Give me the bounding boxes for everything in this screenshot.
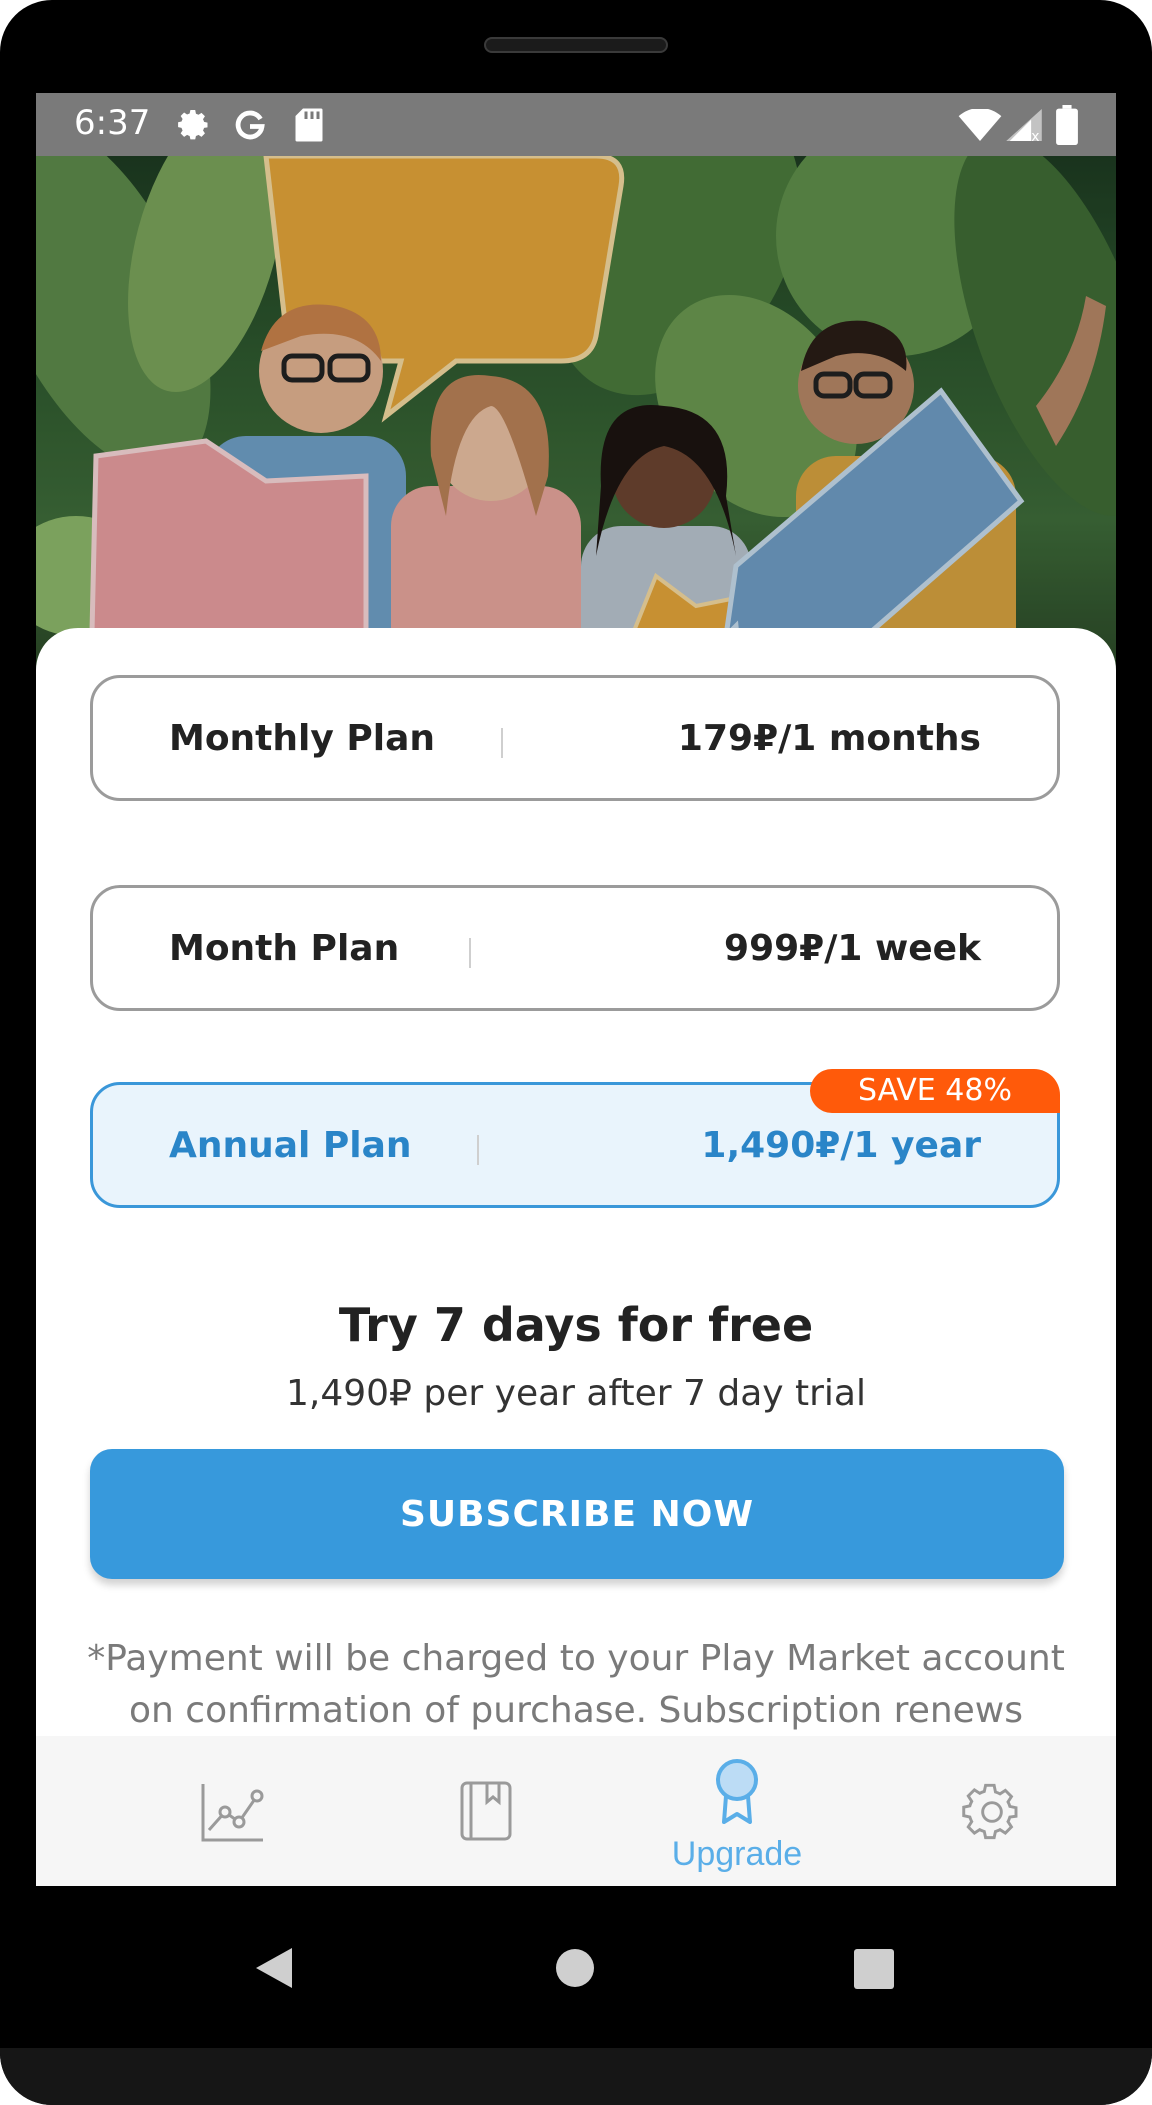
- nav-item-settings[interactable]: [866, 1736, 1116, 1886]
- trial-title: Try 7 days for free: [338, 1298, 814, 1352]
- battery-icon: [1056, 105, 1078, 149]
- status-bar: 6:37 x: [36, 93, 1116, 156]
- plan-annual[interactable]: SAVE 48% Annual Plan 1,490₽/1 year: [90, 1069, 1060, 1208]
- nav-item-upgrade[interactable]: Upgrade: [612, 1736, 862, 1886]
- plan-price: 1,490₽/1 year: [701, 1125, 981, 1166]
- speaker-grille: [484, 37, 668, 53]
- device-frame: 6:37 x Monthly Plan 179₽/1 months Month …: [0, 0, 1152, 2105]
- plan-monthly[interactable]: Monthly Plan 179₽/1 months: [90, 675, 1060, 801]
- device-chin: [0, 2048, 1152, 2105]
- chart-icon: [199, 1782, 265, 1848]
- google-g-icon: [232, 107, 268, 147]
- gear-icon: [176, 107, 212, 147]
- sd-card-icon: [294, 107, 324, 147]
- book-icon: [459, 1780, 513, 1846]
- nav-item-stats[interactable]: [107, 1736, 357, 1886]
- app-screen: 6:37 x Monthly Plan 179₽/1 months Month …: [36, 93, 1116, 1886]
- hero-image: [36, 156, 1116, 676]
- subscribe-now-button[interactable]: SUBSCRIBE NOW: [90, 1449, 1064, 1579]
- plan-name: Month Plan: [169, 928, 400, 969]
- system-navigation-bar: [0, 1886, 1152, 2056]
- plan-divider: [501, 728, 503, 758]
- payment-disclaimer: *Payment will be charged to your Play Ma…: [87, 1638, 1065, 1731]
- plan-price: 999₽/1 week: [724, 928, 981, 969]
- plan-divider: [477, 1135, 479, 1165]
- plan-name: Monthly Plan: [169, 718, 436, 759]
- trial-subtitle: 1,490₽ per year after 7 day trial: [285, 1373, 866, 1414]
- wifi-icon: [958, 107, 1002, 145]
- home-icon[interactable]: [556, 1949, 594, 1991]
- plan-name: Annual Plan: [169, 1125, 412, 1166]
- back-icon[interactable]: [254, 1946, 294, 1994]
- svg-text:x: x: [1031, 129, 1039, 141]
- gear-icon: [960, 1780, 1024, 1848]
- nav-label: Upgrade: [671, 1835, 803, 1873]
- status-time: 6:37: [74, 103, 151, 143]
- plan-price: 179₽/1 months: [677, 718, 981, 759]
- bottom-navigation: Upgrade: [36, 1736, 1116, 1886]
- recents-icon[interactable]: [854, 1949, 894, 1993]
- plan-divider: [469, 938, 471, 968]
- nav-item-lessons[interactable]: [361, 1736, 611, 1886]
- award-ribbon-icon: [713, 1758, 761, 1828]
- save-badge: SAVE 48%: [810, 1069, 1060, 1113]
- cell-signal-icon: x: [1006, 109, 1042, 145]
- plan-month[interactable]: Month Plan 999₽/1 week: [90, 885, 1060, 1011]
